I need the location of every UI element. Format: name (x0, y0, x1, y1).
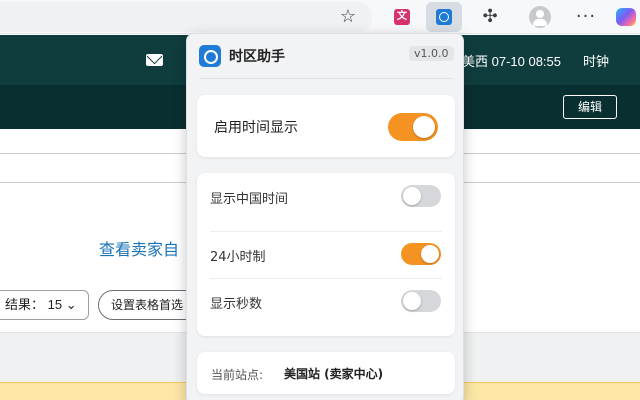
toggle-knob (413, 116, 435, 138)
toggle-knob (403, 187, 421, 205)
current-site-value: 美国站 (卖家中心) (284, 367, 384, 381)
divider (199, 78, 453, 79)
mail-icon[interactable] (146, 54, 163, 66)
results-per-page-select[interactable]: 结果： 15 ⌄ (0, 290, 89, 320)
timezone-extension-icon[interactable] (426, 2, 462, 32)
timezone-popup: 时区助手 v1.0.0 启用时间显示 显示中国时间 24小时制 显示秒数 当前站… (186, 33, 464, 400)
options-card: 显示中国时间 24小时制 显示秒数 (197, 173, 455, 336)
china-time-toggle[interactable] (401, 185, 441, 207)
seconds-toggle[interactable] (401, 290, 441, 312)
address-bar[interactable] (0, 2, 372, 32)
translate-extension-icon[interactable]: 文 (389, 4, 415, 30)
header-time: 美西 07-10 08:55 (462, 54, 562, 69)
option-label: 显示秒数 (210, 297, 263, 312)
globe-icon (199, 45, 221, 67)
chevron-down-icon: ⌄ (65, 297, 77, 312)
enable-time-label: 启用时间显示 (214, 120, 298, 136)
star-icon[interactable]: ☆ (337, 6, 359, 28)
main-toggle-card: 启用时间显示 (197, 95, 455, 157)
results-label: 结果： 15 (5, 297, 63, 312)
option-label: 显示中国时间 (210, 192, 289, 207)
24h-toggle[interactable] (401, 243, 441, 265)
toggle-knob (421, 245, 439, 263)
more-menu-icon[interactable]: ··· (573, 4, 599, 30)
option-row-china-time: 显示中国时间 (197, 173, 455, 220)
option-row-seconds: 显示秒数 (197, 278, 455, 325)
puzzle-icon[interactable]: ✣ (477, 4, 503, 30)
profile-avatar[interactable] (527, 4, 553, 30)
popup-title: 时区助手 (229, 49, 285, 65)
option-row-24h: 24小时制 (197, 231, 455, 278)
option-label: 24小时制 (210, 250, 266, 265)
enable-time-toggle[interactable] (388, 113, 438, 141)
version-badge: v1.0.0 (409, 46, 454, 61)
seller-link[interactable]: 查看卖家自 (99, 236, 179, 260)
toggle-knob (403, 292, 421, 310)
copilot-icon[interactable] (613, 4, 639, 30)
browser-toolbar: ☆ 文 ✣ ··· (0, 0, 640, 34)
edit-button[interactable]: 编辑 (563, 95, 617, 119)
clock-label[interactable]: 时钟 (583, 51, 609, 70)
current-site-label: 当前站点: (211, 368, 264, 382)
current-site-card: 当前站点: 美国站 (卖家中心) (197, 352, 455, 394)
